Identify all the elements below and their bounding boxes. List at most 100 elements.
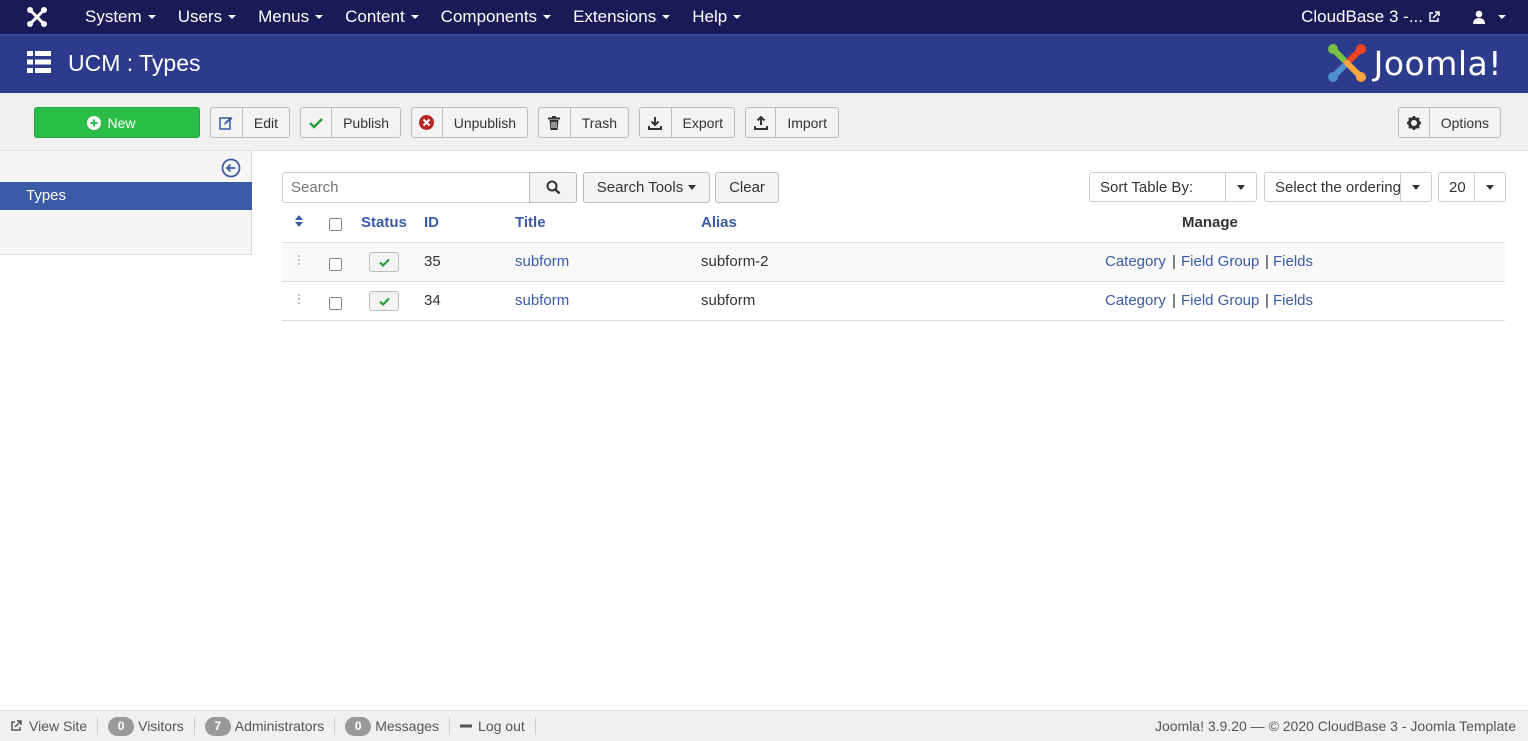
column-status[interactable]: Status: [361, 214, 407, 231]
caret-down-icon: [147, 15, 156, 19]
column-id[interactable]: ID: [424, 214, 439, 231]
joomla-brand-logo: Joomla!: [1326, 42, 1502, 84]
logout-link[interactable]: Log out: [450, 717, 536, 735]
status-toggle[interactable]: [369, 291, 399, 311]
manage-field-group-link[interactable]: Field Group: [1181, 292, 1259, 309]
edit-icon: [211, 108, 243, 137]
user-icon: [1473, 10, 1485, 24]
logout-label: Log out: [478, 718, 525, 734]
brand-text: Joomla!: [1373, 43, 1502, 83]
export-button[interactable]: Export: [639, 107, 735, 138]
manage-fields-link[interactable]: Fields: [1273, 253, 1313, 270]
limit-select[interactable]: 20: [1438, 172, 1506, 202]
table-row: 34 subform subform Category | Field Grou…: [282, 281, 1505, 320]
ordering-select[interactable]: Select the ordering.: [1264, 172, 1432, 202]
menu-content-label: Content: [345, 7, 405, 26]
column-alias[interactable]: Alias: [701, 214, 737, 231]
menu-help[interactable]: Help: [681, 0, 752, 34]
edit-button[interactable]: Edit: [210, 107, 290, 138]
caret-down-icon: [315, 15, 324, 19]
administrators-count-badge: 7: [204, 716, 231, 736]
row-id: 34: [424, 292, 441, 309]
menu-help-label: Help: [692, 7, 728, 26]
caret-down-icon: [688, 185, 697, 190]
unpublish-button[interactable]: Unpublish: [411, 107, 528, 138]
menu-components[interactable]: Components: [430, 0, 562, 34]
separator: |: [1265, 253, 1269, 270]
separator: |: [1265, 292, 1269, 309]
sort-icon[interactable]: [294, 214, 304, 231]
new-button[interactable]: New: [34, 107, 200, 138]
menu-components-label: Components: [440, 7, 538, 26]
menu-system-label: System: [85, 7, 142, 26]
upload-icon: [746, 108, 777, 137]
page-title: UCM : Types: [68, 50, 201, 76]
row-checkbox[interactable]: [329, 258, 342, 271]
options-button-label: Options: [1440, 114, 1489, 131]
sidebar-item-types[interactable]: Types: [0, 182, 252, 210]
caret-down-icon: [228, 15, 237, 19]
trash-icon: [539, 108, 571, 137]
trash-button[interactable]: Trash: [538, 107, 629, 138]
manage-category-link[interactable]: Category: [1105, 292, 1166, 309]
column-manage: Manage: [1182, 214, 1238, 231]
table-bottom-border: [282, 320, 1505, 321]
manage-fields-link[interactable]: Fields: [1273, 292, 1313, 309]
check-icon: [301, 108, 333, 137]
external-link-icon: [1429, 11, 1440, 22]
new-button-label: New: [107, 114, 136, 131]
administrators-link[interactable]: 7 Administrators: [195, 716, 336, 736]
caret-down-icon: [543, 15, 552, 19]
menu-menus[interactable]: Menus: [247, 0, 334, 34]
search-icon: [546, 180, 560, 195]
manage-category-link[interactable]: Category: [1105, 253, 1166, 270]
row-title-link[interactable]: subform: [515, 292, 569, 309]
drag-handle-icon[interactable]: [297, 293, 301, 305]
caret-down-icon: [662, 15, 671, 19]
status-toggle[interactable]: [369, 252, 399, 272]
trash-button-label: Trash: [581, 114, 617, 131]
arrow-left-circle-icon[interactable]: [221, 158, 241, 181]
drag-handle-icon[interactable]: [297, 254, 301, 266]
separator: |: [1172, 253, 1176, 270]
joomla-logo-icon: [1327, 44, 1366, 82]
caret-down-icon: [1400, 173, 1431, 201]
row-title-link[interactable]: subform: [515, 253, 569, 270]
options-button[interactable]: Options: [1398, 107, 1501, 138]
publish-button[interactable]: Publish: [300, 107, 401, 138]
sort-table-select[interactable]: Sort Table By:: [1089, 172, 1257, 202]
select-all-checkbox[interactable]: [329, 218, 342, 231]
page-header: UCM : Types Joomla!: [0, 34, 1528, 93]
minus-icon: [460, 724, 473, 728]
gear-icon: [1399, 108, 1430, 137]
clear-button[interactable]: Clear: [715, 172, 779, 203]
unpublish-button-label: Unpublish: [453, 114, 516, 131]
visitors-count-badge: 0: [108, 716, 135, 736]
search-button[interactable]: [529, 172, 577, 203]
search-input[interactable]: [282, 172, 530, 203]
menu-extensions[interactable]: Extensions: [562, 0, 681, 34]
row-id: 35: [424, 253, 441, 270]
caret-down-icon: [1225, 173, 1256, 201]
site-link[interactable]: CloudBase 3 -...: [1301, 7, 1472, 27]
menu-users-label: Users: [177, 7, 223, 26]
joomla-icon[interactable]: [0, 0, 74, 34]
row-checkbox[interactable]: [329, 297, 342, 310]
visitors-link[interactable]: 0 Visitors: [98, 716, 195, 736]
row-alias: subform: [701, 292, 756, 309]
column-title[interactable]: Title: [515, 214, 546, 231]
view-site-label: View Site: [29, 718, 88, 734]
messages-link[interactable]: 0 Messages: [335, 716, 451, 736]
menu-content[interactable]: Content: [334, 0, 430, 34]
search-tools-button[interactable]: Search Tools: [583, 172, 710, 203]
menu-users[interactable]: Users: [167, 0, 247, 34]
manage-field-group-link[interactable]: Field Group: [1181, 253, 1259, 270]
copyright-text: Joomla! 3.9.20 — © 2020 CloudBase 3 - Jo…: [1154, 718, 1516, 734]
site-name: CloudBase 3 -...: [1301, 7, 1423, 26]
menu-system[interactable]: System: [74, 0, 167, 34]
import-button-label: Import: [787, 114, 827, 131]
user-menu[interactable]: [1472, 10, 1528, 24]
import-button[interactable]: Import: [745, 107, 839, 138]
list-icon: [27, 50, 51, 77]
view-site-link[interactable]: View Site: [0, 717, 99, 735]
